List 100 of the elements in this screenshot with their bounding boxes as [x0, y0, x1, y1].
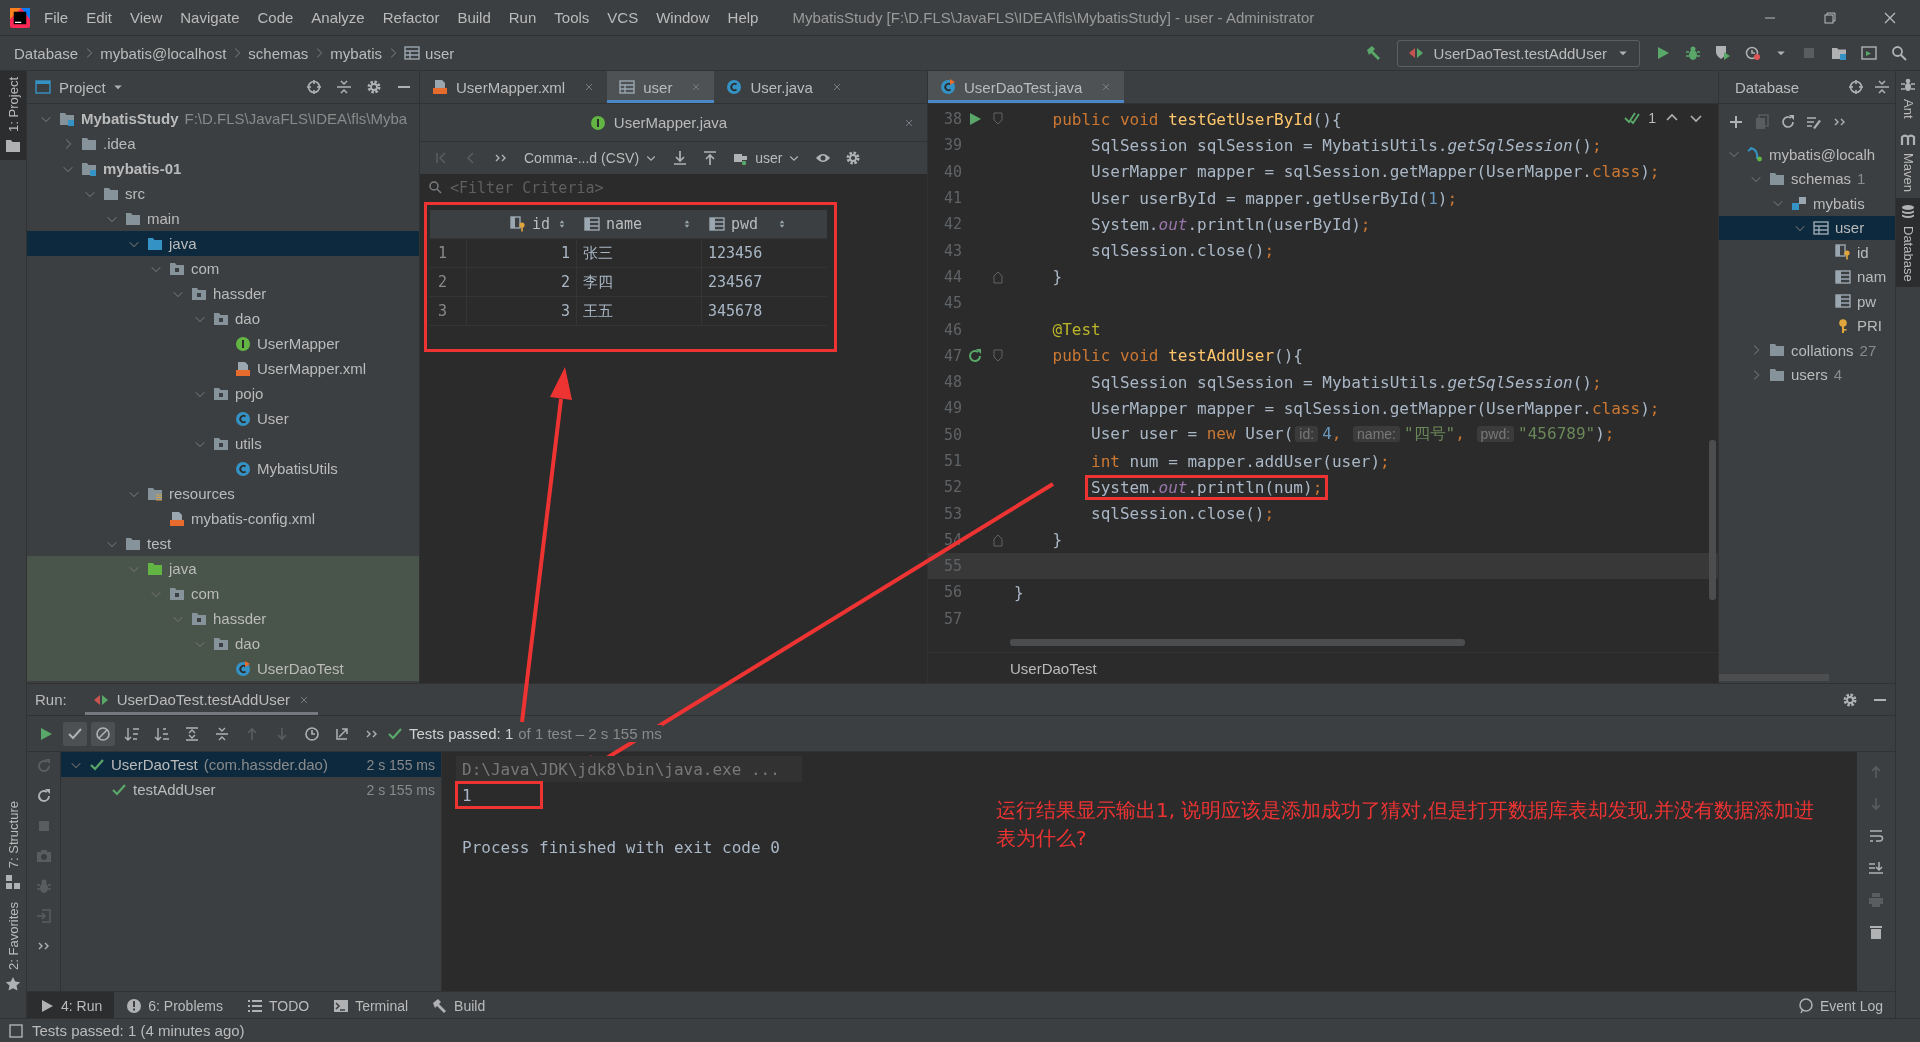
first-page-icon[interactable] — [433, 150, 449, 166]
profiler-icon[interactable] — [1745, 45, 1761, 61]
tree-item[interactable]: com — [27, 256, 419, 281]
scroll-to-end-icon[interactable] — [1868, 860, 1884, 876]
tree-item[interactable]: dao — [27, 306, 419, 331]
delete-icon[interactable] — [1868, 924, 1884, 940]
exit-icon[interactable] — [35, 908, 52, 924]
tree-item[interactable]: utils — [27, 431, 419, 456]
event-log-tab[interactable]: Event Log — [1785, 992, 1895, 1019]
breadcrumb-item[interactable]: mybatis — [330, 44, 383, 62]
tree-item[interactable]: hassder — [27, 281, 419, 306]
console-icon[interactable] — [1806, 114, 1822, 130]
tree-item[interactable]: UserMapper — [27, 331, 419, 356]
tree-item[interactable]: resources — [27, 481, 419, 506]
tree-item[interactable]: schemas 1 — [1719, 166, 1895, 191]
tool-window-tab[interactable]: 4: Run — [27, 992, 115, 1019]
tree-item[interactable]: User — [27, 406, 419, 431]
tool-window-tab[interactable]: Build — [420, 992, 498, 1019]
tool-window-button[interactable]: 7: Structure — [0, 794, 26, 897]
settings-icon[interactable] — [1842, 691, 1858, 708]
history-icon[interactable] — [304, 725, 320, 742]
editor-tab[interactable]: UserMapper.xml — [420, 71, 608, 103]
menu-item[interactable]: Run — [508, 9, 537, 26]
tree-item[interactable]: .idea — [27, 131, 419, 156]
locate-icon[interactable] — [1848, 79, 1864, 95]
menu-item[interactable]: Tools — [554, 9, 590, 26]
run-tab[interactable]: UserDaoTest.testAddUser — [84, 684, 319, 715]
tree-item[interactable]: mybatis-01 — [27, 156, 419, 181]
menu-item[interactable]: Analyze — [311, 9, 365, 26]
run-icon[interactable] — [1655, 45, 1671, 61]
tree-item[interactable]: mybatis — [1719, 191, 1895, 216]
breadcrumb-item[interactable]: Database — [14, 44, 79, 62]
menu-item[interactable]: Edit — [86, 9, 113, 26]
sort-icon[interactable] — [154, 725, 170, 742]
layout-icon[interactable] — [8, 1022, 24, 1039]
tree-item[interactable]: PRI — [1719, 313, 1895, 338]
down-icon[interactable] — [1868, 796, 1884, 812]
run-configuration-dropdown[interactable]: UserDaoTest.testAddUser — [1396, 39, 1640, 67]
test-item[interactable]: UserDaoTest (com.hassder.dao) 2 s 155 ms — [61, 752, 441, 777]
down-icon[interactable] — [274, 725, 290, 742]
stop-icon[interactable] — [1801, 45, 1817, 61]
tree-item[interactable]: test — [27, 531, 419, 556]
tree-item[interactable]: UserDaoTest — [27, 656, 419, 681]
session-dropdown[interactable]: user — [733, 150, 801, 166]
tree-item[interactable]: com — [27, 581, 419, 606]
editor-tab[interactable]: UserMapper.java — [420, 104, 927, 141]
scrollbar[interactable] — [1709, 440, 1716, 600]
column-header[interactable]: pwd — [701, 210, 796, 238]
refresh-icon[interactable] — [1780, 114, 1796, 130]
rerun-icon[interactable] — [967, 347, 983, 364]
tree-item[interactable]: src — [27, 181, 419, 206]
menu-item[interactable]: Refactor — [382, 9, 440, 26]
collapse-all-icon[interactable] — [214, 725, 230, 742]
print-icon[interactable] — [1868, 892, 1884, 908]
copy-icon[interactable] — [1754, 114, 1770, 130]
coverage-icon[interactable] — [1715, 45, 1731, 61]
menu-item[interactable]: Help — [727, 9, 759, 26]
settings-icon[interactable] — [845, 150, 862, 166]
tree-item[interactable]: java — [27, 556, 419, 581]
editor-tab[interactable]: UserDaoTest.java — [928, 71, 1125, 103]
upload-icon[interactable] — [702, 150, 719, 166]
column-header[interactable]: name — [576, 210, 701, 238]
menu-item[interactable]: Build — [457, 9, 491, 26]
tree-item[interactable]: nam — [1719, 264, 1895, 289]
panel-title[interactable]: Project — [59, 78, 106, 96]
tool-window-button[interactable]: 1: Project — [0, 71, 26, 160]
tree-item[interactable]: UserMapper.xml — [27, 356, 419, 381]
show-passed-icon[interactable] — [63, 721, 87, 746]
settings-icon[interactable] — [366, 79, 382, 95]
download-icon[interactable] — [672, 150, 689, 166]
tool-window-button[interactable]: Database — [1896, 197, 1920, 288]
tree-item[interactable]: collations 27 — [1719, 338, 1895, 363]
hammer-icon[interactable] — [1365, 45, 1382, 61]
tree-item[interactable]: MybatisStudy F:\D.FLS\JavaFLS\IDEA\fls\Myba — [27, 106, 419, 131]
menu-item[interactable]: View — [130, 9, 163, 26]
run-window-icon[interactable] — [1861, 45, 1877, 61]
add-icon[interactable] — [1728, 114, 1744, 130]
menu-item[interactable]: Window — [656, 9, 710, 26]
scrollbar[interactable] — [1010, 639, 1465, 646]
sort-icon[interactable] — [124, 725, 140, 742]
export-format-dropdown[interactable]: Comma-...d (CSV) — [524, 150, 658, 166]
tool-window-tab[interactable]: TODO — [234, 992, 322, 1019]
menu-item[interactable]: Navigate — [180, 9, 240, 26]
tree-item[interactable]: mybatis-config.xml — [27, 506, 419, 531]
test-item[interactable]: testAddUser 2 s 155 ms — [61, 777, 441, 802]
inspection-widget[interactable]: 1 — [1624, 110, 1704, 126]
tree-item[interactable]: dao — [27, 631, 419, 656]
tool-window-tab[interactable]: Terminal — [321, 992, 421, 1019]
debug-icon[interactable] — [1685, 45, 1701, 61]
tree-item[interactable]: id — [1719, 240, 1895, 265]
breadcrumb-item[interactable]: user — [404, 44, 455, 62]
breadcrumb-item[interactable]: UserDaoTest — [1010, 659, 1097, 677]
collapse-icon[interactable] — [1874, 79, 1890, 95]
run-icon[interactable] — [967, 111, 983, 128]
menu-item[interactable]: VCS — [607, 9, 639, 26]
column-header[interactable]: id — [466, 210, 576, 238]
breadcrumb-item[interactable]: schemas — [248, 44, 309, 62]
search-icon[interactable] — [1891, 45, 1907, 61]
tool-window-button[interactable]: Ant — [1896, 71, 1920, 125]
tree-item[interactable]: java — [27, 231, 419, 256]
